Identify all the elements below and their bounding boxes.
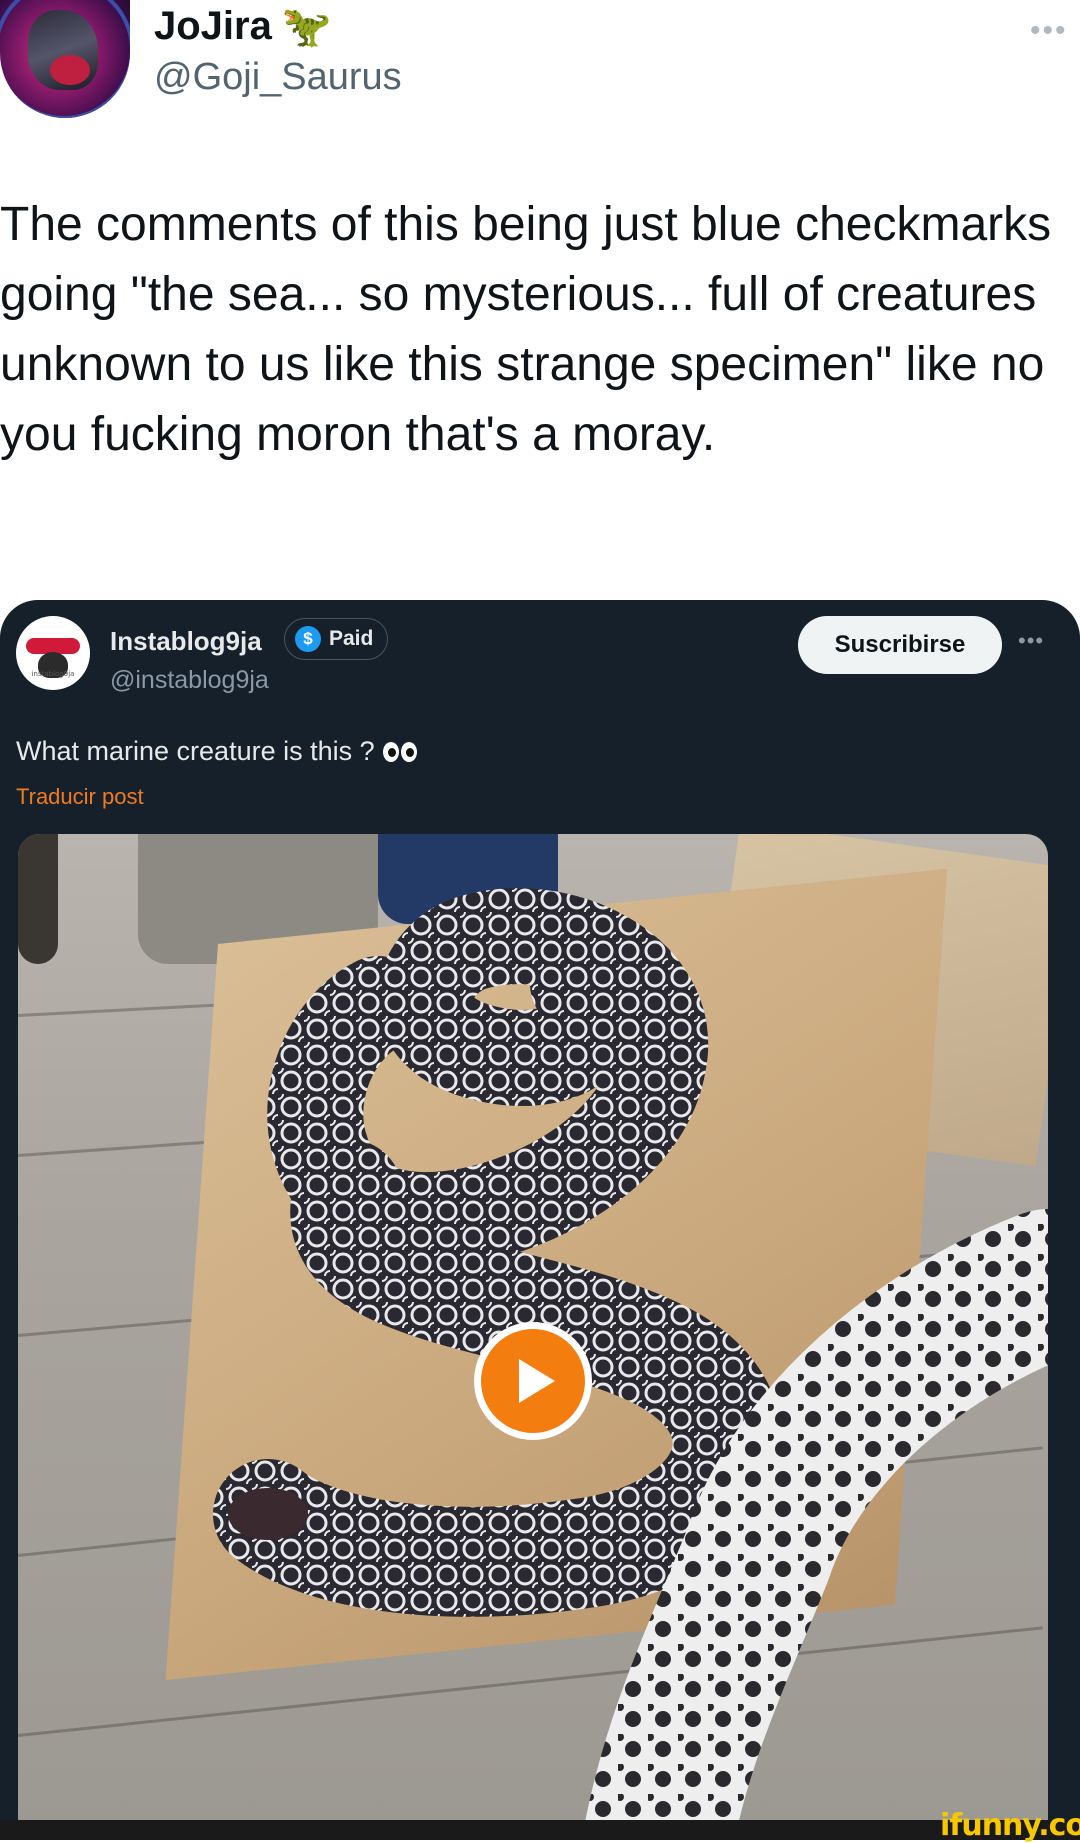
eyes-icon — [382, 741, 417, 762]
play-button[interactable] — [474, 1322, 592, 1440]
quoted-display-name[interactable]: Instablog9ja — [110, 626, 262, 657]
paid-badge: $ Paid — [284, 618, 389, 660]
avatar-figure-accent — [50, 55, 90, 85]
author-handle[interactable]: @Goji_Saurus — [154, 56, 402, 99]
quoted-post-card[interactable]: instablog9ja Instablog9ja $ Paid @instab… — [0, 600, 1080, 1840]
author-avatar[interactable] — [0, 0, 130, 118]
author-display-name[interactable]: JoJira 🦖 — [154, 4, 332, 49]
eel-head — [228, 1488, 308, 1540]
avatar-tag-text: instablog9ja — [31, 670, 75, 678]
more-options-icon[interactable]: ••• — [1030, 14, 1068, 48]
quoted-post-text-content: What marine creature is this ? — [16, 736, 375, 766]
translate-post-link[interactable]: Traducir post — [16, 784, 144, 810]
author-name-text: JoJira — [154, 4, 272, 48]
paid-label: Paid — [329, 627, 374, 650]
post-text: The comments of this being just blue che… — [0, 198, 1052, 461]
dollar-icon: $ — [295, 626, 321, 652]
quoted-avatar[interactable]: instablog9ja — [16, 616, 90, 690]
dinosaur-icon: 🦖 — [281, 4, 332, 49]
watermark-logo: ifunny.co — [940, 1808, 1080, 1843]
quoted-post-text: What marine creature is this ? — [16, 736, 417, 767]
video-player[interactable] — [18, 834, 1048, 1840]
subscribe-button[interactable]: Suscribirse — [798, 616, 1002, 674]
quoted-handle[interactable]: @instablog9ja — [110, 666, 269, 695]
play-icon — [519, 1359, 555, 1403]
quoted-more-options-icon[interactable]: ••• — [1018, 628, 1044, 654]
play-button-fill — [481, 1329, 585, 1433]
bottom-bar — [0, 1820, 1080, 1840]
